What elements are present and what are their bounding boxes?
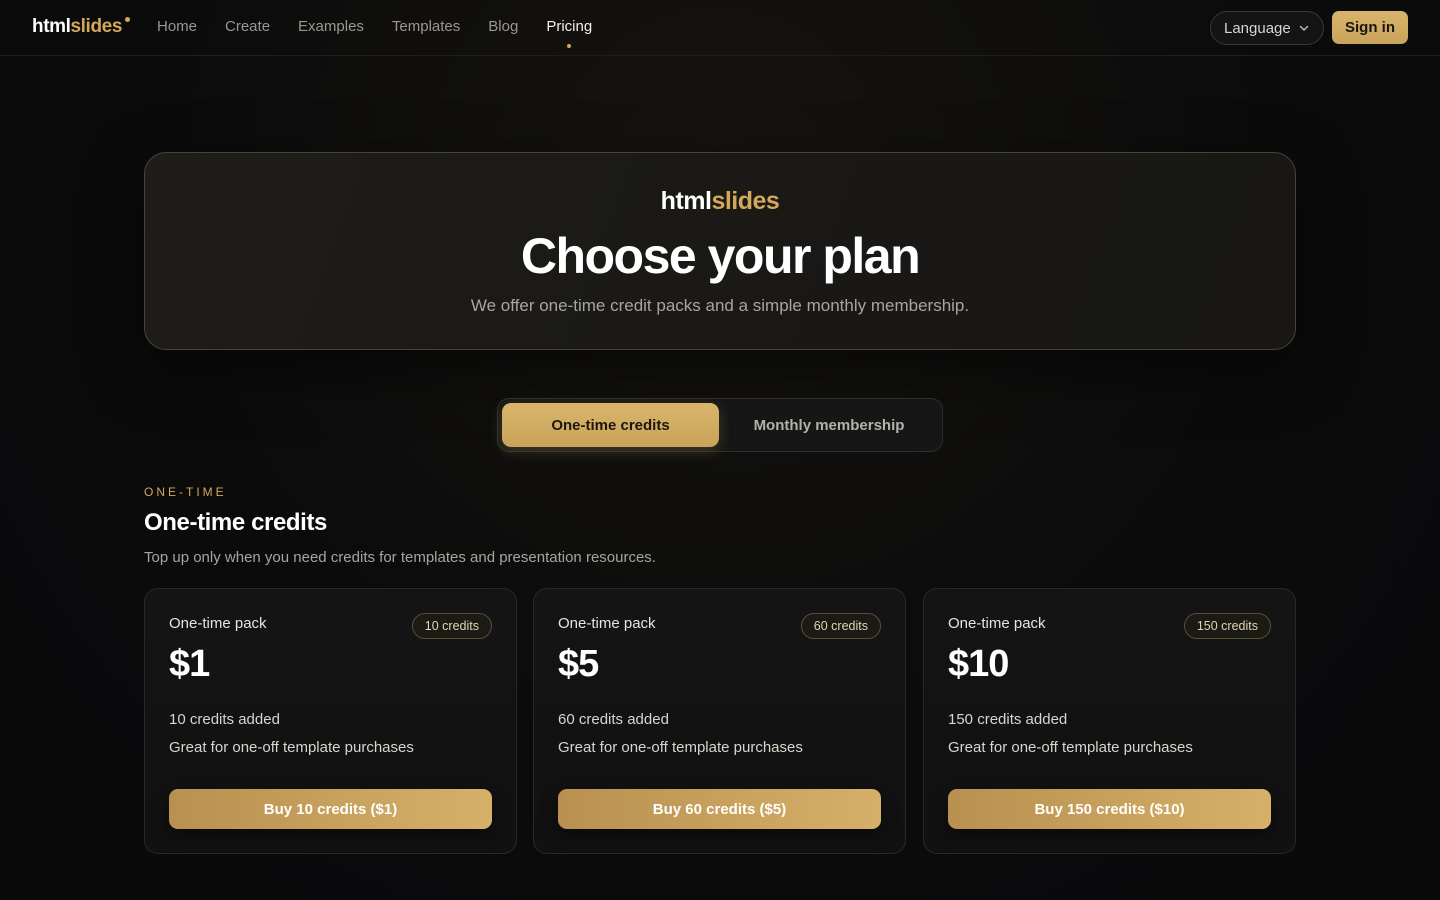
- plan-type-toggle: One-time credits Monthly membership: [497, 398, 943, 452]
- hero-brand-logo: htmlslides: [145, 187, 1295, 216]
- nav-create[interactable]: Create: [225, 18, 270, 35]
- hero-brand-part-1: html: [660, 187, 712, 215]
- hero-brand-part-2: slides: [711, 187, 780, 215]
- brand-part-1: html: [32, 16, 71, 37]
- nav-blog[interactable]: Blog: [488, 18, 518, 35]
- card-description: Great for one-off template purchases: [558, 739, 803, 756]
- page-subtitle: We offer one-time credit packs and a sim…: [470, 296, 970, 315]
- language-label: Language: [1224, 19, 1291, 37]
- card-credits-text: 60 credits added: [558, 711, 669, 728]
- dot-icon: [124, 17, 130, 22]
- buy-10-credits-button[interactable]: Buy 10 credits ($1): [169, 789, 492, 829]
- top-nav: html slides Home Create Examples Template…: [0, 0, 1440, 56]
- section-description: Top up only when you need credits for te…: [144, 549, 656, 566]
- card-label: One-time pack: [169, 615, 267, 632]
- card-price: $1: [169, 643, 210, 685]
- chevron-down-icon: [1298, 21, 1310, 38]
- language-select[interactable]: Language: [1210, 11, 1324, 45]
- credits-badge: 60 credits: [800, 613, 881, 639]
- pricing-card-10: One-time pack 10 credits $1 10 credits a…: [144, 588, 517, 854]
- pricing-card-60: One-time pack 60 credits $5 60 credits a…: [533, 588, 906, 854]
- section-title: One-time credits: [144, 509, 327, 536]
- buy-150-credits-button[interactable]: Buy 150 credits ($10): [948, 789, 1271, 829]
- card-credits-text: 150 credits added: [948, 711, 1068, 728]
- card-description: Great for one-off template purchases: [169, 739, 414, 756]
- card-label: One-time pack: [558, 615, 656, 632]
- page-title: Choose your plan: [520, 228, 921, 284]
- brand-logo[interactable]: html slides: [32, 16, 130, 38]
- nav-home[interactable]: Home: [157, 18, 197, 35]
- brand-part-2: slides: [70, 16, 123, 37]
- nav-templates[interactable]: Templates: [392, 18, 460, 35]
- nav-examples[interactable]: Examples: [298, 18, 364, 35]
- section-eyebrow: ONE-TIME: [144, 485, 227, 499]
- sign-in-button[interactable]: Sign in: [1332, 11, 1408, 44]
- pricing-card-150: One-time pack 150 credits $10 150 credit…: [923, 588, 1296, 854]
- credits-badge: 10 credits: [411, 613, 492, 639]
- hero-card: htmlslides Choose your plan We offer one…: [144, 152, 1296, 350]
- card-label: One-time pack: [948, 615, 1046, 632]
- credits-badge: 150 credits: [1183, 613, 1271, 639]
- card-price: $5: [558, 643, 599, 685]
- nav-links: Home Create Examples Templates Blog Pric…: [157, 18, 592, 48]
- toggle-one-time-credits[interactable]: One-time credits: [502, 403, 719, 447]
- card-description: Great for one-off template purchases: [948, 739, 1193, 756]
- card-credits-text: 10 credits added: [169, 711, 280, 728]
- toggle-monthly-membership[interactable]: Monthly membership: [719, 403, 939, 447]
- nav-pricing[interactable]: Pricing: [546, 18, 592, 48]
- card-price: $10: [948, 643, 1009, 685]
- buy-60-credits-button[interactable]: Buy 60 credits ($5): [558, 789, 881, 829]
